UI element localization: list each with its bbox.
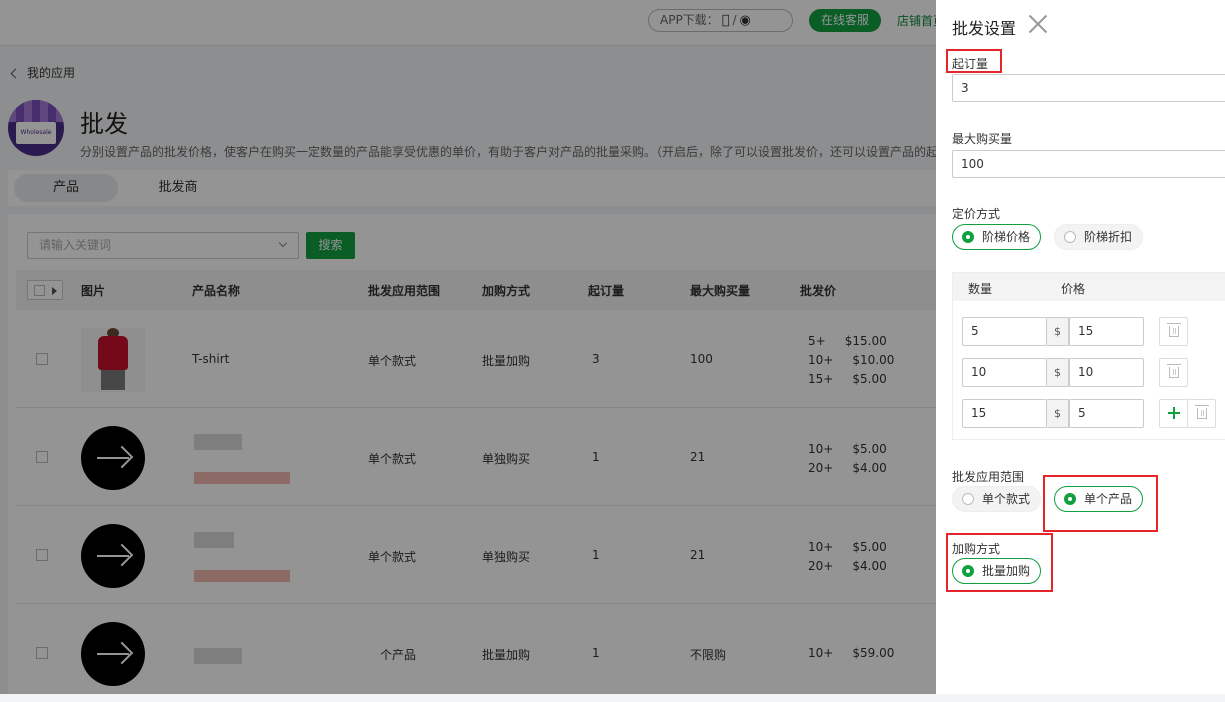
trash-icon xyxy=(1167,364,1181,378)
tier-qty-input[interactable]: 5 xyxy=(962,317,1047,346)
tier-header: 数量 价格 xyxy=(953,273,1225,301)
radio-unchecked-icon xyxy=(1064,231,1076,243)
drawer-title: 批发设置 xyxy=(952,19,1017,38)
delete-tier-button[interactable] xyxy=(1159,317,1188,346)
currency-addon: $ xyxy=(1047,358,1069,387)
price-tier-panel: 数量 价格 5 $ 15 10 $ 10 15 $ 5 xyxy=(952,272,1225,440)
annotation-box xyxy=(946,533,1053,592)
annotation-box xyxy=(946,49,1002,73)
currency-addon: $ xyxy=(1047,399,1069,428)
tier-price-input[interactable]: 15 xyxy=(1069,317,1144,346)
tier-qty-input[interactable]: 10 xyxy=(962,358,1047,387)
currency-addon: $ xyxy=(1047,317,1069,346)
trash-icon xyxy=(1195,405,1209,419)
scope-option-label: 单个款式 xyxy=(982,492,1031,506)
pricing-method-label: 定价方式 xyxy=(952,207,1001,221)
annotation-box xyxy=(1043,475,1158,532)
tier-qty-input[interactable]: 15 xyxy=(962,399,1047,428)
tier-price-header: 价格 xyxy=(1061,282,1086,296)
pricing-option-label: 阶梯折扣 xyxy=(1084,230,1133,244)
moq-input[interactable]: 3 xyxy=(952,74,1225,102)
scope-label: 批发应用范围 xyxy=(952,470,1025,484)
trash-icon xyxy=(1167,323,1181,337)
scope-option-single-style[interactable]: 单个款式 xyxy=(952,486,1042,512)
tier-qty-header: 数量 xyxy=(968,282,993,296)
delete-tier-button[interactable] xyxy=(1159,358,1188,387)
radio-checked-icon xyxy=(962,231,974,243)
radio-unchecked-icon xyxy=(962,493,974,505)
close-icon[interactable] xyxy=(1028,14,1048,34)
tier-price-input[interactable]: 10 xyxy=(1069,358,1144,387)
max-purchase-input[interactable]: 100 xyxy=(952,150,1225,178)
modal-overlay[interactable] xyxy=(0,0,936,694)
pricing-option-tiered-discount[interactable]: 阶梯折扣 xyxy=(1054,224,1144,250)
tier-price-input[interactable]: 5 xyxy=(1069,399,1144,428)
pricing-option-tiered-price[interactable]: 阶梯价格 xyxy=(952,224,1042,250)
plus-icon xyxy=(1168,407,1180,419)
add-tier-button[interactable] xyxy=(1159,399,1188,428)
delete-tier-button[interactable] xyxy=(1187,399,1216,428)
wholesale-settings-drawer: 批发设置 起订量 3 最大购买量 100 定价方式 阶梯价格 阶梯折扣 数量 价… xyxy=(936,0,1225,694)
max-purchase-label: 最大购买量 xyxy=(952,132,1013,146)
pricing-option-label: 阶梯价格 xyxy=(982,230,1031,244)
